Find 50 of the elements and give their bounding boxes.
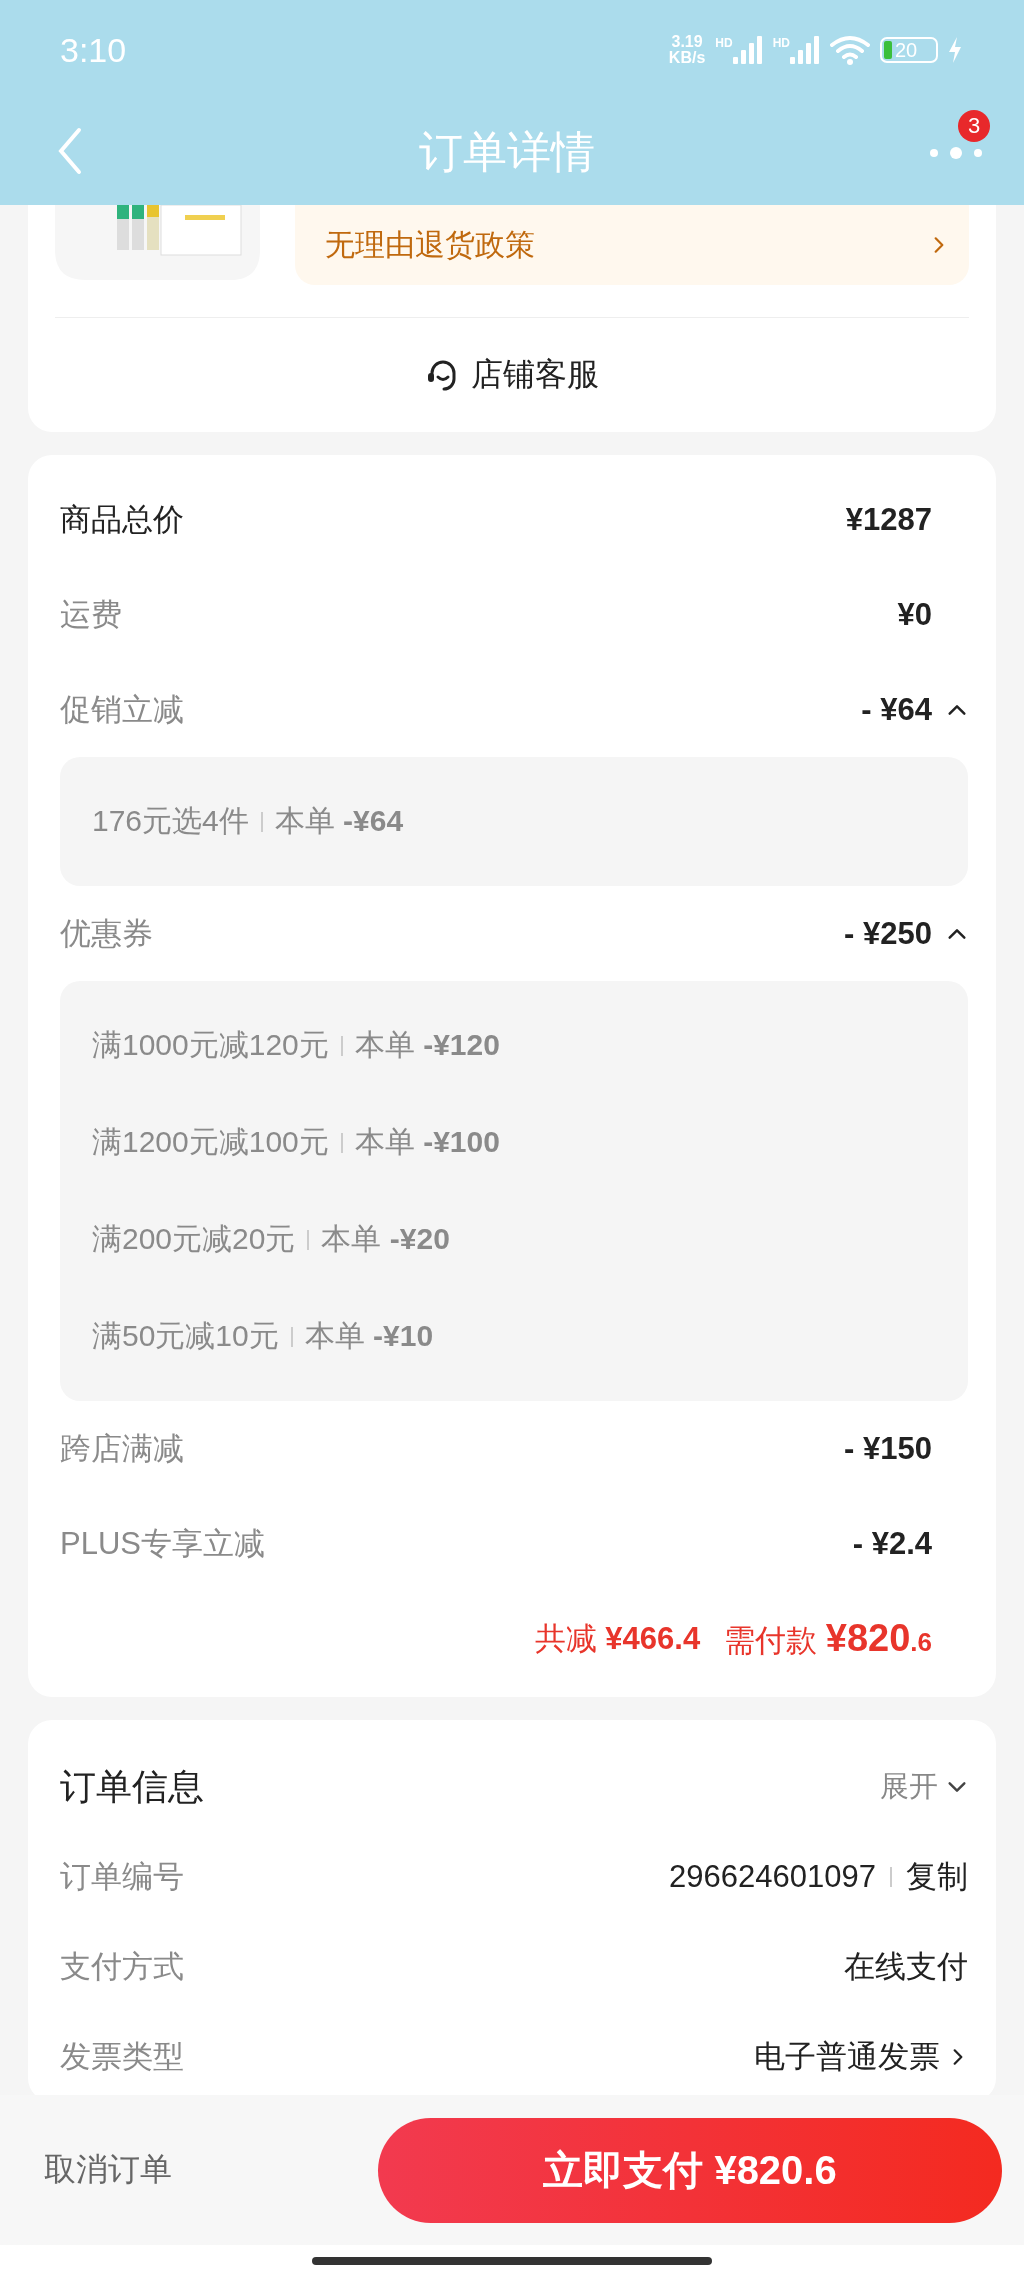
discount-amount: 本单 -¥120 bbox=[354, 1027, 500, 1063]
cancel-order-button[interactable]: 取消订单 bbox=[44, 2148, 172, 2192]
price-value: - ¥250 bbox=[844, 915, 932, 952]
amount-due: 需付款 ¥820.6 bbox=[724, 1616, 932, 1661]
info-label: 发票类型 bbox=[60, 2038, 184, 2076]
expand-toggle[interactable]: 展开 bbox=[880, 1767, 968, 1807]
discount-rule: 满1000元减120元 bbox=[92, 1027, 329, 1063]
discount-amount: 本单 -¥10 bbox=[304, 1318, 434, 1354]
discount-rule: 满1200元减100元 bbox=[92, 1124, 329, 1160]
info-label: 支付方式 bbox=[60, 1948, 184, 1986]
price-label: 运费 bbox=[60, 595, 122, 634]
discount-rule: 满200元减20元 bbox=[92, 1221, 296, 1257]
price-value: ¥1287 bbox=[845, 501, 932, 538]
signal-icon bbox=[790, 36, 820, 64]
bolt-icon bbox=[948, 37, 962, 63]
discount-amount: 本单 -¥64 bbox=[274, 803, 404, 839]
info-link[interactable]: 电子普通发票 bbox=[754, 2036, 968, 2078]
section-title: 订单信息 bbox=[60, 1764, 204, 1809]
network-type: HD bbox=[715, 36, 733, 50]
notification-badge: 3 bbox=[958, 109, 990, 142]
status-time: 3:10 bbox=[60, 30, 127, 70]
discount-rule: 满50元减10元 bbox=[92, 1318, 279, 1354]
info-label: 订单编号 bbox=[60, 1858, 184, 1896]
info-value: 在线支付 bbox=[844, 1948, 968, 1986]
info-value: 296624601097 bbox=[669, 1859, 876, 1895]
price-label: 促销立减 bbox=[60, 690, 184, 729]
store-service-link[interactable]: 店铺客服 bbox=[471, 353, 599, 397]
pay-now-button[interactable]: 立即支付 ¥820.6 bbox=[378, 2117, 1002, 2223]
discount-amount: 本单 -¥20 bbox=[321, 1221, 450, 1257]
price-label: 跨店满减 bbox=[60, 1429, 184, 1468]
page-title: 订单详情 bbox=[418, 126, 595, 178]
battery-fill bbox=[884, 41, 892, 59]
price-label: 商品总价 bbox=[60, 500, 184, 539]
price-label: PLUS专享立减 bbox=[60, 1524, 265, 1563]
wifi-icon bbox=[830, 35, 870, 65]
network-speed: 3.19 bbox=[671, 34, 703, 50]
signal-icon bbox=[732, 36, 763, 64]
price-value: ¥0 bbox=[897, 596, 932, 633]
discount-amount: 本单 -¥100 bbox=[354, 1124, 500, 1160]
price-value: - ¥2.4 bbox=[852, 1525, 932, 1562]
discount-rule: 176元选4件 bbox=[92, 803, 249, 839]
total-discount: 共减 ¥466.4 bbox=[534, 1620, 701, 1658]
price-label: 优惠券 bbox=[60, 914, 153, 953]
return-policy-link[interactable]: 无理由退货政策 bbox=[295, 205, 969, 285]
battery-text: 20 bbox=[895, 41, 918, 59]
network-type: HD bbox=[772, 36, 790, 50]
network-speed-unit: KB/s bbox=[668, 50, 706, 66]
price-value: - ¥150 bbox=[844, 1430, 932, 1467]
copy-button[interactable]: 复制 bbox=[906, 1856, 968, 1898]
price-value: - ¥64 bbox=[861, 691, 932, 728]
